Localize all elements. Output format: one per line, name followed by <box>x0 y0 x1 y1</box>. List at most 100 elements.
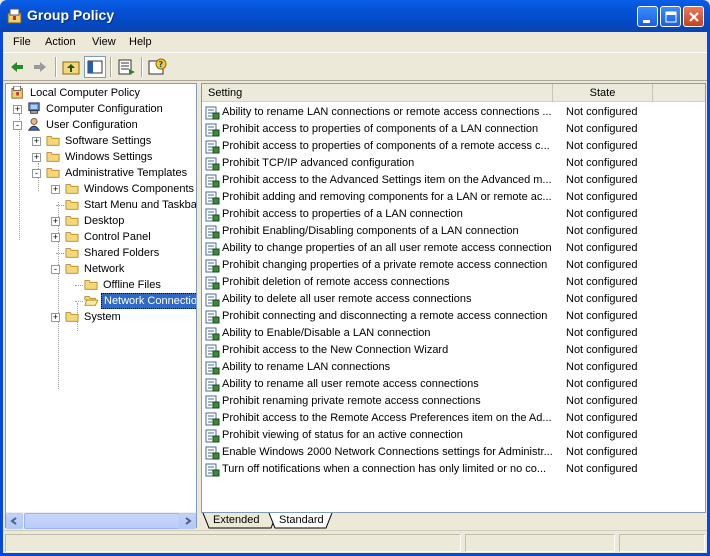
tree-item-software-settings[interactable]: + Software Settings <box>6 133 196 149</box>
setting-name: Ability to rename all user remote access… <box>222 378 479 390</box>
group-policy-icon <box>7 8 22 24</box>
policy-setting-icon <box>205 429 220 443</box>
list-item[interactable]: Prohibit deletion of remote access conne… <box>202 274 705 291</box>
tree-item-label: Administrative Templates <box>65 167 188 179</box>
tree-item-label: Desktop <box>84 215 125 227</box>
tree-item-label: Windows Components <box>84 183 195 195</box>
help-icon[interactable]: ? <box>146 56 168 78</box>
scroll-left-button[interactable] <box>6 513 23 529</box>
policy-setting-icon <box>205 310 220 324</box>
list-item[interactable]: Prohibit access to the New Connection Wi… <box>202 342 705 359</box>
settings-list[interactable]: Setting State Ability to rename LAN conn… <box>201 83 706 513</box>
tab-extended[interactable]: Extended <box>205 513 267 529</box>
setting-state: Not configured <box>566 446 638 458</box>
tree-item-windows-components[interactable]: + Windows Components <box>6 181 196 197</box>
setting-name: Prohibit access to the Remote Access Pre… <box>222 412 552 424</box>
tab-standard[interactable]: Standard <box>271 513 332 529</box>
policy-setting-icon <box>205 276 220 290</box>
tree-item-desktop[interactable]: + Desktop <box>6 213 196 229</box>
tree-item-network-connections[interactable]: Network Connections <box>6 293 196 309</box>
expand-icon[interactable]: + <box>51 233 60 242</box>
user-icon <box>27 118 41 131</box>
list-item[interactable]: Prohibit access to the Advanced Settings… <box>202 172 705 189</box>
expand-icon[interactable]: + <box>32 153 41 162</box>
setting-name: Enable Windows 2000 Network Connections … <box>222 446 552 458</box>
list-item[interactable]: Prohibit access to properties of compone… <box>202 121 705 138</box>
setting-name: Prohibit adding and removing components … <box>222 191 552 203</box>
setting-state: Not configured <box>566 293 638 305</box>
column-header-state[interactable]: State <box>553 84 653 102</box>
list-item[interactable]: Turn off notifications when a connection… <box>202 461 705 478</box>
list-item[interactable]: Prohibit access to the Remote Access Pre… <box>202 410 705 427</box>
list-item[interactable]: Ability to rename LAN connections Not con… <box>202 359 705 376</box>
status-pane-main <box>5 534 461 552</box>
folder-icon <box>65 248 79 258</box>
tree-item-label: Network Connections <box>101 293 196 309</box>
forward-icon[interactable] <box>29 56 51 78</box>
scroll-right-button[interactable] <box>179 513 196 529</box>
policy-setting-icon <box>205 123 220 137</box>
tree-item-local-computer-policy[interactable]: Local Computer Policy <box>6 85 196 101</box>
scroll-thumb[interactable] <box>24 513 180 529</box>
list-item[interactable]: Ability to delete all user remote access… <box>202 291 705 308</box>
scroll-left-icon <box>10 517 17 525</box>
list-item[interactable]: Prohibit TCP/IP advanced configuration No… <box>202 155 705 172</box>
list-item[interactable]: Prohibit viewing of status for an active… <box>202 427 705 444</box>
menu-action[interactable]: Action <box>45 36 76 48</box>
tree-item-offline-files[interactable]: Offline Files <box>6 277 196 293</box>
console-tree[interactable]: Local Computer Policy + Computer Configura… <box>5 83 197 528</box>
setting-state: Not configured <box>566 174 638 186</box>
expand-icon[interactable]: + <box>51 313 60 322</box>
list-item[interactable]: Prohibit access to properties of compone… <box>202 138 705 155</box>
list-item[interactable]: Enable Windows 2000 Network Connections … <box>202 444 705 461</box>
tree-item-label: System <box>84 311 121 323</box>
setting-state: Not configured <box>566 344 638 356</box>
menu-help[interactable]: Help <box>129 36 152 48</box>
tree-item-user-configuration[interactable]: - User Configuration <box>6 117 196 133</box>
close-icon <box>689 12 699 22</box>
tree-item-control-panel[interactable]: + Control Panel <box>6 229 196 245</box>
expand-icon[interactable]: + <box>51 217 60 226</box>
list-item[interactable]: Ability to Enable/Disable a LAN connecti… <box>202 325 705 342</box>
up-one-level-icon[interactable] <box>60 56 82 78</box>
list-item[interactable]: Prohibit renaming private remote access … <box>202 393 705 410</box>
close-button[interactable] <box>683 6 704 27</box>
expand-icon[interactable]: + <box>51 185 60 194</box>
tree-item-administrative-templates[interactable]: - Administrative Templates <box>6 165 196 181</box>
maximize-button[interactable] <box>660 6 681 27</box>
expand-icon[interactable]: + <box>13 105 22 114</box>
back-icon[interactable] <box>6 56 28 78</box>
list-item[interactable]: Prohibit access to properties of a LAN c… <box>202 206 705 223</box>
tree-item-system[interactable]: + System <box>6 309 196 325</box>
tree-item-network[interactable]: - Network <box>6 261 196 277</box>
show-hide-console-tree-button[interactable] <box>84 56 106 78</box>
toolbar-separator <box>141 57 143 77</box>
list-item[interactable]: Ability to rename LAN connections or rem… <box>202 104 705 121</box>
collapse-icon[interactable]: - <box>32 169 41 178</box>
tree-item-windows-settings[interactable]: + Windows Settings <box>6 149 196 165</box>
setting-name: Prohibit connecting and disconnecting a … <box>222 310 548 322</box>
policy-setting-icon <box>205 463 220 477</box>
status-bar <box>3 530 707 553</box>
policy-setting-icon <box>205 208 220 222</box>
title-bar[interactable]: Group Policy <box>0 0 710 32</box>
tree-horizontal-scrollbar[interactable] <box>6 512 196 529</box>
collapse-icon[interactable]: - <box>13 121 22 130</box>
setting-name: Prohibit renaming private remote access … <box>222 395 481 407</box>
list-item[interactable]: Ability to rename all user remote access… <box>202 376 705 393</box>
list-item[interactable]: Prohibit Enabling/Disabling components o… <box>202 223 705 240</box>
minimize-button[interactable] <box>637 6 658 27</box>
collapse-icon[interactable]: - <box>51 265 60 274</box>
export-list-icon[interactable] <box>115 56 137 78</box>
column-header-setting[interactable]: Setting <box>202 84 553 102</box>
list-item[interactable]: Prohibit connecting and disconnecting a … <box>202 308 705 325</box>
list-item[interactable]: Prohibit changing properties of a privat… <box>202 257 705 274</box>
list-item[interactable]: Ability to change properties of an all u… <box>202 240 705 257</box>
tree-item-computer-configuration[interactable]: + Computer Configuration <box>6 101 196 117</box>
tree-item-start-menu-and-taskbar[interactable]: Start Menu and Taskbar <box>6 197 196 213</box>
menu-file[interactable]: File <box>13 36 31 48</box>
tree-item-shared-folders[interactable]: Shared Folders <box>6 245 196 261</box>
expand-icon[interactable]: + <box>32 137 41 146</box>
menu-view[interactable]: View <box>92 36 116 48</box>
list-item[interactable]: Prohibit adding and removing components … <box>202 189 705 206</box>
